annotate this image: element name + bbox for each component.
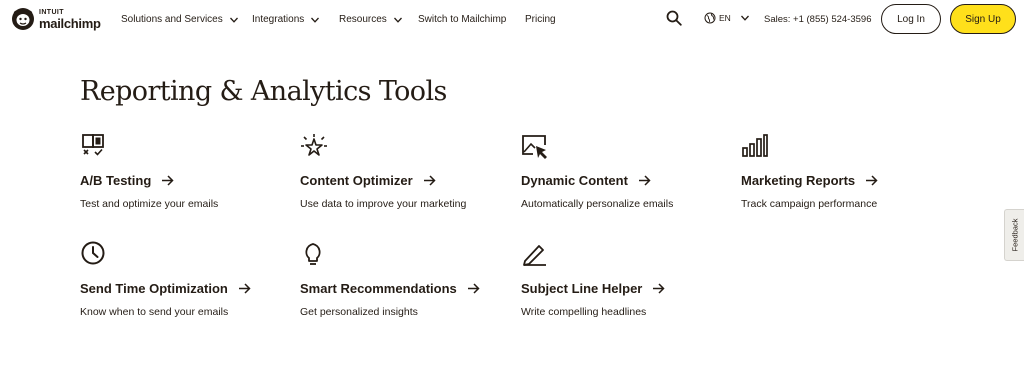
- nav-item-label: Switch to Mailchimp: [418, 14, 507, 25]
- tool-description: Automatically personalize emails: [521, 198, 674, 210]
- tool-smart-recommendations[interactable]: Smart Recommendations Get personalized i…: [300, 241, 510, 318]
- chevron-down-icon: [311, 17, 320, 23]
- login-button[interactable]: Log In: [881, 4, 941, 34]
- nav-item-label: Pricing: [525, 14, 556, 25]
- nav-integrations[interactable]: Integrations: [252, 14, 320, 25]
- tool-description: Write compelling headlines: [521, 306, 647, 318]
- tool-description: Get personalized insights: [300, 306, 418, 318]
- language-label: EN: [719, 13, 731, 23]
- tool-send-time-optimization[interactable]: Send Time Optimization Know when to send…: [80, 241, 290, 318]
- arrow-right-icon: [638, 175, 651, 186]
- tool-title: Marketing Reports: [741, 173, 878, 188]
- signup-button[interactable]: Sign Up: [950, 4, 1016, 34]
- nav-item-label: Solutions and Services: [121, 14, 223, 25]
- arrow-right-icon: [162, 175, 174, 186]
- feedback-tab[interactable]: Feedback: [1004, 209, 1024, 261]
- nav-switch-to-mailchimp[interactable]: Switch to Mailchimp: [418, 14, 506, 25]
- chevron-down-icon: [229, 17, 238, 23]
- pencil-icon: [523, 245, 546, 266]
- tool-title-text: Dynamic Content: [521, 173, 628, 188]
- sales-phone[interactable]: Sales: +1 (855) 524-3596: [764, 14, 871, 25]
- arrow-right-icon: [653, 283, 665, 294]
- clock-icon: [81, 241, 105, 265]
- intuit-wordmark: INTUIT: [39, 8, 64, 16]
- tool-description: Track campaign performance: [741, 198, 878, 210]
- nav-resources[interactable]: Resources: [339, 14, 403, 25]
- chevron-down-icon: [393, 17, 402, 23]
- tool-title: Subject Line Helper: [521, 281, 665, 296]
- search-icon[interactable]: [666, 10, 682, 26]
- arrow-right-icon: [467, 283, 480, 294]
- tool-title-text: Marketing Reports: [741, 173, 856, 188]
- tool-title-text: Send Time Optimization: [80, 281, 228, 296]
- tool-dynamic-content[interactable]: Dynamic Content Automatically personaliz…: [521, 133, 731, 210]
- tool-title: Dynamic Content: [521, 173, 651, 188]
- tool-content-optimizer[interactable]: Content Optimizer Use data to improve yo…: [300, 133, 510, 210]
- nav-item-label: Resources: [339, 14, 387, 25]
- tool-title: Content Optimizer: [300, 173, 436, 188]
- tool-title-text: A/B Testing: [80, 173, 152, 188]
- tool-title: A/B Testing: [80, 173, 174, 188]
- freddie-logo-icon: [12, 8, 34, 30]
- image-cursor-icon: [522, 135, 547, 159]
- tool-title-text: Content Optimizer: [300, 173, 413, 188]
- ab-testing-icon: [82, 134, 104, 156]
- globe-icon: [704, 12, 716, 24]
- bar-chart-icon: [742, 134, 768, 157]
- arrow-right-icon: [238, 283, 251, 294]
- language-selector[interactable]: EN: [704, 12, 750, 24]
- tool-ab-testing[interactable]: A/B Testing Test and optimize your email…: [80, 133, 290, 210]
- tool-title: Send Time Optimization: [80, 281, 251, 296]
- tool-marketing-reports[interactable]: Marketing Reports Track campaign perform…: [741, 133, 951, 210]
- arrow-right-icon: [423, 175, 436, 186]
- tool-description: Use data to improve your marketing: [300, 198, 467, 210]
- top-navigation: INTUIT mailchimp Solutions and Services …: [0, 0, 1024, 40]
- mailchimp-wordmark: mailchimp: [39, 15, 101, 31]
- mailchimp-logo[interactable]: INTUIT mailchimp: [11, 7, 101, 31]
- sparkle-icon: [301, 134, 327, 156]
- tool-title: Smart Recommendations: [300, 281, 480, 296]
- chevron-down-icon: [740, 15, 749, 21]
- feedback-label: Feedback: [1010, 218, 1019, 252]
- tool-description: Know when to send your emails: [80, 306, 229, 318]
- tool-description: Test and optimize your emails: [80, 198, 219, 210]
- nav-solutions-and-services[interactable]: Solutions and Services: [121, 14, 239, 25]
- tool-subject-line-helper[interactable]: Subject Line Helper Write compelling hea…: [521, 241, 731, 318]
- tool-title-text: Smart Recommendations: [300, 281, 457, 296]
- nav-item-label: Integrations: [252, 14, 305, 25]
- tool-title-text: Subject Line Helper: [521, 281, 643, 296]
- lightbulb-icon: [305, 243, 321, 265]
- nav-pricing[interactable]: Pricing: [525, 14, 556, 25]
- page-title: Reporting & Analytics Tools: [80, 76, 447, 107]
- arrow-right-icon: [866, 175, 878, 186]
